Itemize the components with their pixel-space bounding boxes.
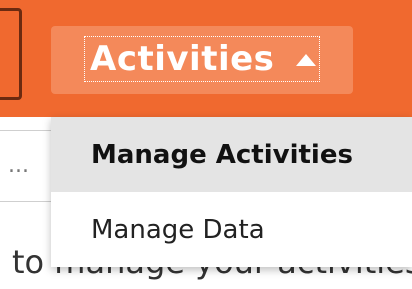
left-nav-control[interactable]: [0, 8, 22, 100]
page: Activities ... to manage your activities…: [0, 0, 412, 289]
menu-item-manage-data[interactable]: Manage Data: [51, 192, 412, 267]
caret-up-icon: [296, 54, 317, 66]
activities-label: Activities: [90, 39, 275, 79]
menu-item-manage-activities[interactable]: Manage Activities: [51, 117, 412, 192]
activities-menu-button[interactable]: Activities: [51, 26, 353, 94]
header-bar: Activities: [0, 0, 412, 117]
search-ellipsis: ...: [8, 153, 29, 178]
activities-focus-ring: Activities: [84, 36, 320, 82]
activities-dropdown-menu: Manage Activities Manage Data: [51, 117, 412, 267]
